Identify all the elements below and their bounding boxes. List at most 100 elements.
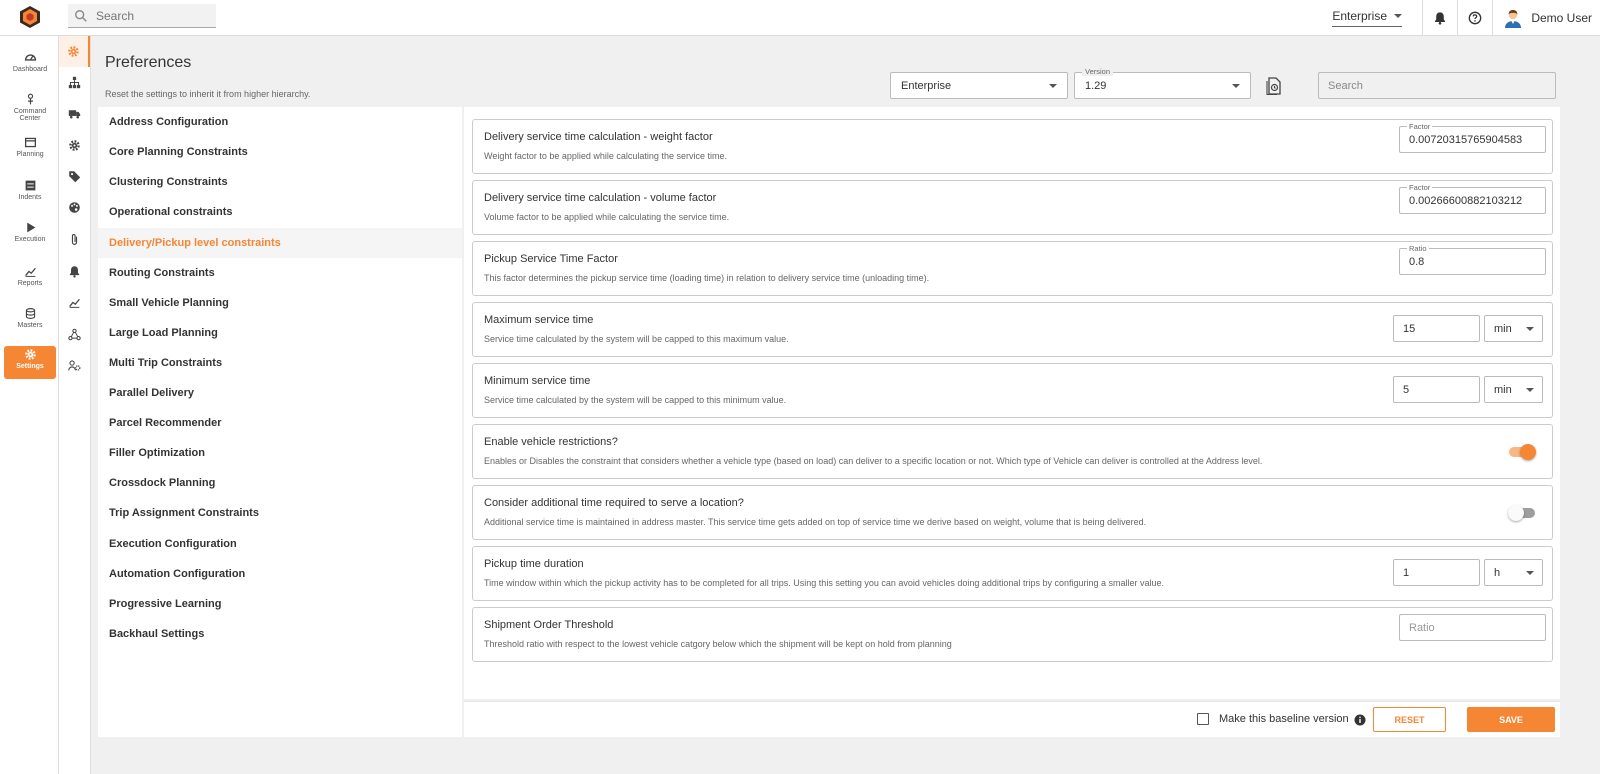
subnav-attachments[interactable] <box>59 224 90 255</box>
top-right-controls: Enterprise Demo User <box>1332 0 1600 36</box>
help-icon <box>1468 11 1482 25</box>
subnav-tags[interactable] <box>59 161 90 192</box>
setting-card-min-service-time: Minimum service time Service time calcul… <box>472 363 1553 418</box>
info-icon[interactable] <box>1354 714 1366 726</box>
settings-subnav <box>59 36 91 774</box>
setting-description: Service time calculated by the system wi… <box>484 334 789 344</box>
category-item[interactable]: Core Planning Constraints <box>98 137 462 167</box>
additional-time-toggle[interactable] <box>1508 505 1535 521</box>
pickup-duration-input[interactable]: 1 <box>1393 559 1480 586</box>
setting-description: Enables or Disables the constraint that … <box>484 456 1263 466</box>
page-title: Preferences <box>105 54 192 71</box>
category-item[interactable]: Parallel Delivery <box>98 378 462 408</box>
setting-title: Delivery service time calculation - volu… <box>484 192 717 204</box>
toggle-knob <box>1520 444 1536 460</box>
search-icon <box>75 9 87 22</box>
help-button[interactable] <box>1458 0 1492 36</box>
save-button[interactable]: SAVE <box>1467 707 1555 732</box>
setting-title: Minimum service time <box>484 375 591 387</box>
sidebar-item-label: Command Center <box>13 108 47 122</box>
subnav-analytics[interactable] <box>59 287 90 318</box>
dashboard-icon <box>24 54 36 61</box>
setting-description: Service time calculated by the system wi… <box>484 395 787 405</box>
category-item[interactable]: Routing Constraints <box>98 258 462 288</box>
subnav-user-settings[interactable] <box>59 350 90 381</box>
setting-title: Delivery service time calculation - weig… <box>484 131 713 143</box>
page-subtitle: Reset the settings to inherit it from hi… <box>105 89 311 99</box>
category-item[interactable]: Automation Configuration <box>98 559 462 589</box>
org-selector[interactable]: Enterprise <box>1332 9 1403 27</box>
category-item[interactable]: Parcel Recommender <box>98 408 462 438</box>
global-search-input[interactable] <box>96 8 206 23</box>
category-item[interactable]: Progressive Learning <box>98 589 462 619</box>
sidebar-item-label: Masters <box>17 322 43 329</box>
version-select[interactable]: 1.29 <box>1074 72 1251 99</box>
sidebar-item-label: Settings <box>16 363 44 370</box>
category-item[interactable]: Multi Trip Constraints <box>98 348 462 378</box>
setting-card-vehicle-restrictions: Enable vehicle restrictions? Enables or … <box>472 424 1553 479</box>
sidebar-item-masters[interactable]: Masters <box>4 305 56 337</box>
global-search[interactable] <box>68 4 216 28</box>
category-item[interactable]: Clustering Constraints <box>98 167 462 197</box>
sidebar-item-label: Dashboard <box>12 66 48 73</box>
chevron-down-icon <box>1526 387 1534 392</box>
category-item[interactable]: Small Vehicle Planning <box>98 288 462 318</box>
setting-card-additional-time: Consider additional time required to ser… <box>472 485 1553 540</box>
user-menu[interactable]: Demo User <box>1493 8 1600 28</box>
reset-button[interactable]: RESET <box>1373 707 1446 732</box>
bell-icon <box>69 266 80 278</box>
sidebar-item-settings[interactable]: Settings <box>4 346 56 379</box>
category-item[interactable]: Large Load Planning <box>98 318 462 348</box>
baseline-checkbox[interactable] <box>1197 713 1209 725</box>
chevron-down-icon <box>1526 570 1534 575</box>
category-item[interactable]: Trip Assignment Constraints <box>98 498 462 528</box>
setting-title: Consider additional time required to ser… <box>484 497 744 509</box>
max-service-time-unit-select[interactable]: min <box>1484 315 1543 342</box>
setting-title: Pickup Service Time Factor <box>484 253 618 265</box>
sidebar-item-dashboard[interactable]: Dashboard <box>4 49 56 81</box>
sidebar-item-label: Execution <box>14 236 46 243</box>
sidebar-item-command-center[interactable]: Command Center <box>4 91 56 123</box>
subnav-network[interactable] <box>59 319 90 350</box>
category-item[interactable]: Operational constraints <box>98 197 462 227</box>
shipment-threshold-input[interactable]: Ratio <box>1399 614 1546 641</box>
app-logo-icon[interactable] <box>18 5 42 29</box>
command-center-icon <box>27 93 33 105</box>
max-service-time-input[interactable]: 15 <box>1393 315 1480 342</box>
pickup-duration-unit-select[interactable]: h <box>1484 559 1543 586</box>
min-service-time-input[interactable]: 5 <box>1393 376 1480 403</box>
category-item[interactable]: Address Configuration <box>98 107 462 137</box>
sidebar-item-planning[interactable]: Planning <box>4 134 56 166</box>
setting-card-shipment-threshold: Shipment Order Threshold Threshold ratio… <box>472 607 1553 662</box>
subnav-hierarchy[interactable] <box>59 67 90 98</box>
chevron-down-icon <box>1526 326 1534 331</box>
min-service-time-unit-select[interactable]: min <box>1484 376 1543 403</box>
execution-icon <box>26 222 35 233</box>
subnav-notifications[interactable] <box>59 256 90 287</box>
sidebar-item-execution[interactable]: Execution <box>4 219 56 251</box>
category-item[interactable]: Execution Configuration <box>98 529 462 559</box>
notifications-button[interactable] <box>1423 0 1457 36</box>
paperclip-icon <box>71 234 78 245</box>
planning-icon <box>24 137 36 148</box>
scope-select[interactable]: Enterprise <box>890 72 1068 99</box>
reports-icon <box>24 267 36 277</box>
subnav-preferences[interactable] <box>59 36 90 67</box>
setting-description: Weight factor to be applied while calcul… <box>484 151 727 161</box>
vehicle-restrictions-toggle[interactable] <box>1509 444 1536 460</box>
version-history-icon[interactable] <box>1266 77 1282 95</box>
category-item[interactable]: Backhaul Settings <box>98 619 462 649</box>
category-item-active[interactable]: Delivery/Pickup level constraints <box>98 228 462 258</box>
sidebar-item-reports[interactable]: Reports <box>4 263 56 295</box>
subnav-vehicles[interactable] <box>59 98 90 129</box>
version-label: Version <box>1082 67 1114 76</box>
settings-search-input[interactable]: Search <box>1318 72 1556 99</box>
baseline-version-option[interactable]: Make this baseline version <box>1197 713 1349 725</box>
subnav-theme[interactable] <box>59 192 90 223</box>
category-item[interactable]: Filler Optimization <box>98 438 462 468</box>
setting-description: This factor determines the pickup servic… <box>484 273 930 283</box>
category-item[interactable]: Crossdock Planning <box>98 468 462 498</box>
sidebar-item-label: Planning <box>16 151 44 158</box>
sidebar-item-indents[interactable]: Indents <box>4 177 56 209</box>
subnav-configuration[interactable] <box>59 130 90 161</box>
